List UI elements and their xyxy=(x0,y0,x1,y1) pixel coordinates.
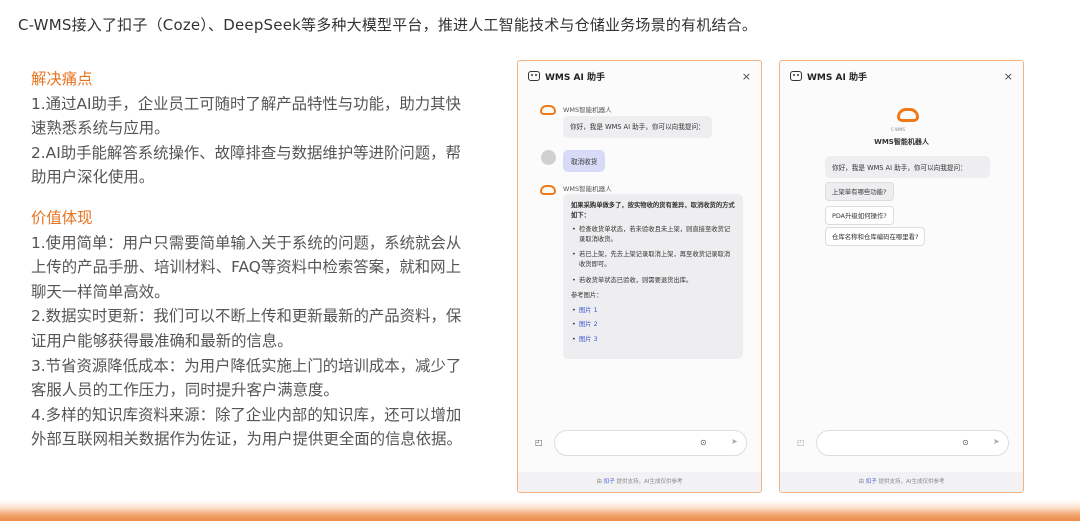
footer-brand: 扣子 xyxy=(603,479,615,485)
ref-label: 参考图片： xyxy=(571,292,603,300)
ref-list: 图片 1 图片 2 图片 3 xyxy=(571,306,735,345)
attachment-icon[interactable]: ◰ xyxy=(797,438,805,447)
cloud-logo-icon xyxy=(540,105,556,115)
ref-link[interactable]: 图片 3 xyxy=(571,335,735,345)
pain-item: 1.通过AI助手，企业员工可随时了解产品特性与功能，助力其快速熟悉系统与应用。 xyxy=(31,94,461,138)
answer-intro: 如果采购单做多了，按实物收的货有差异，取消收货的方式如下： xyxy=(571,202,735,219)
close-icon[interactable]: × xyxy=(742,70,751,83)
suggestion-chip[interactable]: PDA升级如何操作? xyxy=(825,206,894,225)
bot-name: WMS智能机器人 xyxy=(563,106,612,114)
ref-link[interactable]: 图片 2 xyxy=(571,320,735,330)
cloud-logo-icon xyxy=(540,185,556,195)
footer-suffix: 提供支持，AI生成仅供参考 xyxy=(876,479,945,485)
user-avatar xyxy=(541,150,556,165)
send-icon[interactable]: ➤ xyxy=(731,437,738,446)
chat-input[interactable] xyxy=(554,430,747,456)
send-icon[interactable]: ➤ xyxy=(993,437,1000,446)
footer-suffix: 提供支持，AI生成仅供参考 xyxy=(614,479,683,485)
footer-prefix: 由 xyxy=(596,479,604,485)
bot-avatar xyxy=(540,105,556,117)
chat-footer: 由 扣子 提供支持，AI生成仅供参考 xyxy=(780,472,1023,492)
ref-link[interactable]: 图片 1 xyxy=(571,306,735,316)
intro-text: C-WMS接入了扣子（Coze）、DeepSeek等多种大模型平台，推进人工智能… xyxy=(18,16,758,34)
left-content: 解决痛点 1.通过AI助手，企业员工可随时了解产品特性与功能，助力其快速熟悉系统… xyxy=(31,67,471,452)
value-item: 3.节省资源降低成本：为用户降低实施上门的培训成本，减少了客服人员的工作压力，同… xyxy=(31,356,462,400)
close-icon[interactable]: × xyxy=(1004,70,1013,83)
footer-brand: 扣子 xyxy=(865,479,877,485)
answer-item: 若收货单状态已验收，则需要退货出库。 xyxy=(571,276,735,286)
answer-list: 检查收货单状态，若未验收且未上架，则直接至收货记录取消收货。 若已上架，先去上架… xyxy=(571,225,735,285)
suggestion-chip[interactable]: 上架单有哪些功能? xyxy=(825,182,894,201)
answer-item: 若已上架，先去上架记录取消上架，再至收货记录取消收货即可。 xyxy=(571,250,735,269)
bottom-gradient-band xyxy=(0,500,1080,521)
value-item: 4.多样的知识库资料来源：除了企业内部的知识库，还可以增加外部互联网相关数据作为… xyxy=(31,405,462,449)
chat-header: WMS AI 助手 × xyxy=(780,61,1023,91)
bot-answer-bubble: 如果采购单做多了，按实物收的货有差异，取消收货的方式如下： 检查收货单状态，若未… xyxy=(563,194,743,359)
slide: C-WMS接入了扣子（Coze）、DeepSeek等多种大模型平台，推进人工智能… xyxy=(0,0,1080,521)
chat-panel-welcome: WMS AI 助手 × C-WMS WMS智能机器人 你好，我是 WMS AI … xyxy=(779,60,1024,493)
bot-avatar xyxy=(540,185,556,197)
pain-item: 2.AI助手能解答系统操作、故障排查与数据维护等进阶问题，帮助用户深化使用。 xyxy=(31,143,461,187)
footer-prefix: 由 xyxy=(858,479,866,485)
pain-heading: 解决痛点 xyxy=(31,70,93,88)
voice-icon[interactable]: ⊙ xyxy=(700,438,707,447)
value-heading: 价值体现 xyxy=(31,208,93,227)
robot-icon xyxy=(790,71,802,81)
robot-icon xyxy=(528,71,540,81)
bot-name: WMS智能机器人 xyxy=(563,185,612,193)
value-item: 2.数据实时更新：我们可以不断上传和更新最新的产品资料，保证用户能够获得最准确和… xyxy=(31,307,462,350)
bot-name: WMS智能机器人 xyxy=(874,138,929,146)
chat-footer: 由 扣子 提供支持，AI生成仅供参考 xyxy=(518,472,761,492)
user-message-bubble: 取消收货 xyxy=(563,150,606,172)
bot-greeting-bubble: 你好，我是 WMS AI 助手，你可以向我提问： xyxy=(563,116,712,138)
attachment-icon[interactable]: ◰ xyxy=(535,438,543,447)
chat-panel-conversation: WMS AI 助手 × WMS智能机器人 你好，我是 WMS AI 助手，你可以… xyxy=(517,60,762,493)
suggestion-chip[interactable]: 仓库名称和仓库编码在哪里看? xyxy=(825,227,926,246)
chat-header: WMS AI 助手 × xyxy=(518,61,761,91)
voice-icon[interactable]: ⊙ xyxy=(962,438,969,447)
logo-text: C-WMS xyxy=(891,127,906,132)
chat-title: WMS AI 助手 xyxy=(807,72,867,83)
chat-input[interactable] xyxy=(816,430,1009,456)
value-item: 1.使用简单：用户只需要简单输入关于系统的问题，系统就会从上传的产品手册、培训材… xyxy=(31,233,462,301)
chat-title: WMS AI 助手 xyxy=(545,72,605,83)
bot-greeting-bubble: 你好，我是 WMS AI 助手，你可以向我提问： xyxy=(825,156,990,178)
cloud-logo-icon xyxy=(897,108,919,122)
answer-item: 检查收货单状态，若未验收且未上架，则直接至收货记录取消收货。 xyxy=(571,225,735,244)
